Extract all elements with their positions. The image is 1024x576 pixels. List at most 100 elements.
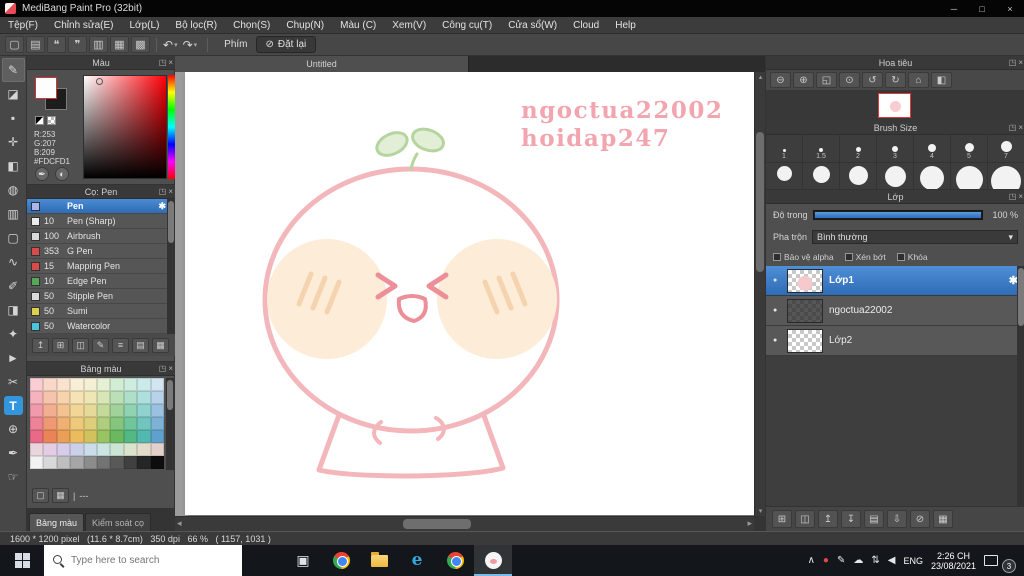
palette-swatch[interactable]: [123, 378, 138, 391]
add-color-icon[interactable]: ▢: [32, 488, 49, 503]
taskbar-search[interactable]: [44, 545, 242, 576]
layer-up-icon[interactable]: ↥: [818, 510, 838, 528]
text-tool[interactable]: T: [3, 396, 23, 415]
rotate-left-icon[interactable]: ↺: [862, 72, 883, 88]
panel-float-icon[interactable]: ◳: [1009, 58, 1017, 67]
layer-option-checkbox[interactable]: Khóa: [896, 252, 928, 262]
rotate-right-icon[interactable]: ↻: [885, 72, 906, 88]
maximize-button[interactable]: □: [968, 0, 996, 17]
palette-swatch[interactable]: [137, 443, 151, 456]
palette-swatch[interactable]: [137, 456, 151, 469]
panel-float-icon[interactable]: ◳: [1009, 123, 1017, 132]
palette-scrollbar[interactable]: [166, 378, 174, 470]
palette-swatch[interactable]: [43, 378, 57, 391]
scroll-right-icon[interactable]: ▸: [747, 518, 752, 529]
palette-swatch[interactable]: [43, 417, 57, 430]
chrome-app-button-2[interactable]: [436, 545, 474, 576]
panel-float-icon[interactable]: ◳: [159, 187, 167, 196]
palette-swatch[interactable]: [96, 378, 111, 391]
fit-window-icon[interactable]: ◱: [816, 72, 837, 88]
palette-swatch[interactable]: [56, 417, 71, 430]
menu-item[interactable]: Tệp(F): [0, 17, 46, 33]
brush-size-option[interactable]: 2: [840, 135, 877, 162]
delete-layer-icon[interactable]: ▦: [933, 510, 953, 528]
palette-swatch[interactable]: [70, 430, 84, 443]
chrome-app-button[interactable]: [322, 545, 360, 576]
brush-list-item[interactable]: 50 Watercolor ✱: [27, 319, 175, 334]
medibang-app-button[interactable]: [474, 545, 512, 576]
palette-swatch[interactable]: [43, 456, 57, 469]
layer-list-scrollbar[interactable]: [1017, 266, 1024, 506]
add-brush-icon[interactable]: ⊞: [52, 337, 69, 353]
close-button[interactable]: ×: [996, 0, 1024, 17]
taskbar-clock[interactable]: 2:26 CH 23/08/2021: [931, 551, 976, 571]
layer-row[interactable]: ● ngoctua22002 ✱: [766, 296, 1024, 326]
network-icon[interactable]: ⇅: [871, 555, 879, 566]
menu-item[interactable]: Lớp(L): [122, 17, 168, 33]
flip-horizontal-icon[interactable]: ◧: [931, 72, 952, 88]
layer-option-checkbox[interactable]: Bảo vệ alpha: [773, 252, 834, 262]
saturation-value-picker[interactable]: [83, 75, 167, 179]
layout-icon[interactable]: ▩: [131, 36, 150, 53]
layer-visibility-toggle[interactable]: ●: [773, 277, 781, 284]
brush-size-option[interactable]: [840, 163, 877, 189]
palette-swatch[interactable]: [150, 456, 164, 469]
lasso-tool[interactable]: ∿: [2, 250, 25, 274]
magic-wand-tool[interactable]: ✦: [2, 322, 25, 346]
brush-tool[interactable]: ✎: [1, 58, 25, 82]
palette-swatch[interactable]: [70, 378, 84, 391]
brush-list-scrollbar[interactable]: [167, 199, 175, 334]
new-file-icon[interactable]: ▢: [5, 36, 24, 53]
palette-swatch[interactable]: [96, 430, 111, 443]
palette-swatch[interactable]: [150, 391, 164, 404]
brush-list-item[interactable]: 10 Pen (Sharp) ✱: [27, 214, 175, 229]
duplicate-brush-icon[interactable]: ◫: [72, 337, 89, 353]
palette-swatch[interactable]: [123, 430, 138, 443]
volume-icon[interactable]: ◀: [888, 555, 896, 566]
menu-item[interactable]: Công cụ(T): [434, 17, 500, 33]
panel-close-icon[interactable]: ×: [168, 58, 173, 67]
brush-size-option[interactable]: 3: [877, 135, 914, 162]
palette-swatch[interactable]: [43, 443, 57, 456]
divide-tool[interactable]: ✂: [2, 370, 25, 394]
palette-swatch[interactable]: [70, 443, 84, 456]
palette-swatch[interactable]: [150, 443, 164, 456]
fill-tool[interactable]: ◧: [2, 154, 25, 178]
palette-swatch[interactable]: [110, 404, 124, 417]
palette-swatch[interactable]: [30, 391, 44, 404]
palette-swatch[interactable]: [83, 391, 97, 404]
gradient-tool[interactable]: ▥: [2, 202, 25, 226]
panel-close-icon[interactable]: ×: [1018, 192, 1023, 201]
brush-list-item[interactable]: 15 Mapping Pen ✱: [27, 259, 175, 274]
edge-app-button[interactable]: e: [398, 545, 436, 576]
palette-swatch[interactable]: [70, 391, 84, 404]
eyedropper-tool[interactable]: ✒: [2, 441, 25, 465]
foreground-color-swatch[interactable]: [35, 77, 57, 99]
palette-swatch[interactable]: [96, 443, 111, 456]
onedrive-icon[interactable]: ☁: [853, 555, 863, 566]
palette-swatch[interactable]: [30, 378, 44, 391]
palette-swatch[interactable]: [150, 417, 164, 430]
navigator-view-rectangle[interactable]: [878, 93, 911, 118]
palette-swatch[interactable]: [30, 443, 44, 456]
brush-list-item[interactable]: 50 Sumi ✱: [27, 304, 175, 319]
palette-swatch[interactable]: [137, 404, 151, 417]
brush-size-option[interactable]: [766, 163, 803, 189]
palette-swatch[interactable]: [137, 430, 151, 443]
brush-list-item[interactable]: 100 Airbrush ✱: [27, 229, 175, 244]
eyedropper-icon[interactable]: ✒: [35, 167, 49, 181]
panel-float-icon[interactable]: ◳: [159, 58, 167, 67]
menu-item[interactable]: Cửa sổ(W): [500, 17, 565, 33]
zoom-out-icon[interactable]: ⊖: [770, 72, 791, 88]
save-icon[interactable]: ▤: [26, 36, 45, 53]
recording-icon[interactable]: ●: [823, 555, 829, 566]
brush-settings-icon[interactable]: ✱: [158, 201, 166, 212]
palette-swatch[interactable]: [137, 417, 151, 430]
delete-brush-icon[interactable]: ▦: [152, 337, 169, 353]
palette-swatch[interactable]: [123, 443, 138, 456]
panel-close-icon[interactable]: ×: [168, 187, 173, 196]
palette-swatch[interactable]: [56, 430, 71, 443]
palette-swatch[interactable]: [123, 391, 138, 404]
actual-size-icon[interactable]: ⊙: [839, 72, 860, 88]
panel-float-icon[interactable]: ◳: [159, 364, 167, 373]
